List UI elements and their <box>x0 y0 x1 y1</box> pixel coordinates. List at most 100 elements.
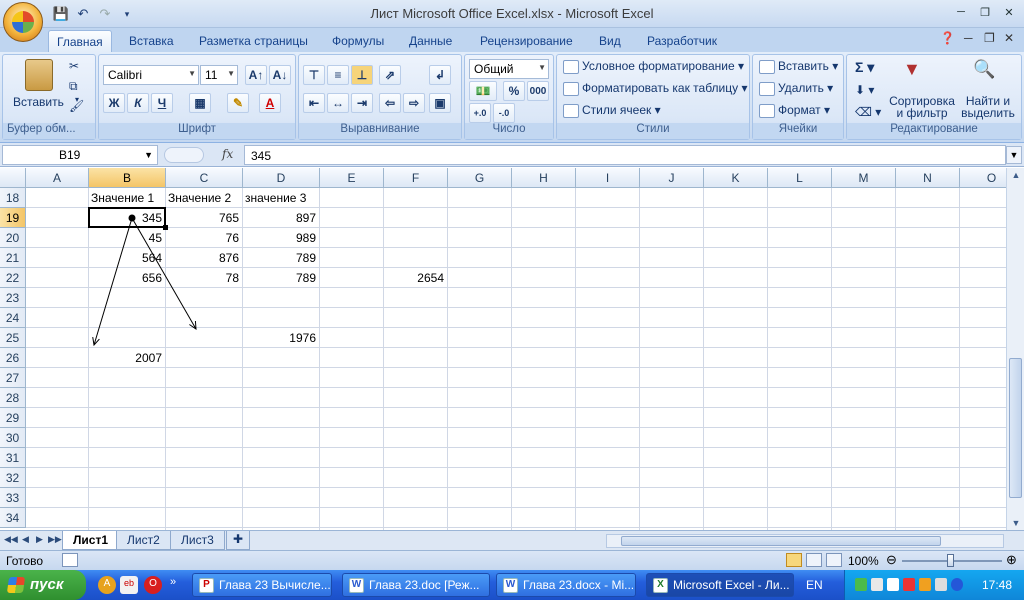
align-middle-icon[interactable]: ≡ <box>327 65 349 85</box>
wrap-text-icon[interactable]: ↲ <box>429 65 451 85</box>
align-center-icon[interactable]: ↔ <box>327 93 349 113</box>
cell-b20[interactable]: 45 <box>91 228 165 248</box>
underline-button[interactable]: Ч <box>151 93 173 113</box>
delete-cells-button[interactable]: Удалить ▾ <box>759 81 833 96</box>
cell-b22[interactable]: 656 <box>91 268 165 288</box>
row-header-27[interactable]: 27 <box>0 368 26 388</box>
worksheet-grid[interactable]: A B C D E F G H I J K L M N O 18 19 20 21 22 23 24 25 26 27 28 29 3… <box>0 168 1006 530</box>
normal-view-icon[interactable] <box>786 553 802 567</box>
percent-button[interactable]: % <box>503 81 525 101</box>
thousands-button[interactable]: 000 <box>527 81 549 101</box>
help-icon[interactable]: ❓ <box>940 31 955 45</box>
cell-d18[interactable]: значение 3 <box>245 188 306 208</box>
scroll-up-icon[interactable]: ▲ <box>1008 170 1024 180</box>
column-header-m[interactable]: M <box>832 168 896 188</box>
quicklaunch-more-icon[interactable]: » <box>170 576 176 588</box>
expand-formula-bar-icon[interactable]: ▼ <box>1006 146 1022 164</box>
cell-d20[interactable]: 989 <box>245 228 319 248</box>
column-header-k[interactable]: K <box>704 168 768 188</box>
page-break-view-icon[interactable] <box>826 553 842 567</box>
column-header-c[interactable]: C <box>166 168 243 188</box>
doc-minimize-icon[interactable]: ─ <box>964 31 973 45</box>
insert-cells-button[interactable]: Вставить ▾ <box>759 59 838 74</box>
office-button[interactable] <box>3 2 43 42</box>
cell-c20[interactable]: 76 <box>168 228 242 248</box>
cell-b21[interactable]: 564 <box>91 248 165 268</box>
row-header-18[interactable]: 18 <box>0 188 26 208</box>
sort-filter-button[interactable]: Сортировка и фильтр <box>887 95 957 119</box>
tab-home[interactable]: Главная <box>48 30 112 52</box>
fill-color-icon[interactable]: ✎ <box>227 93 249 113</box>
format-painter-icon[interactable]: 🖌 <box>69 99 84 113</box>
autosum-icon[interactable]: Σ ▾ <box>855 59 874 76</box>
cell-d25[interactable]: 1976 <box>245 328 319 348</box>
grow-font-icon[interactable]: A↑ <box>245 65 267 85</box>
name-box[interactable]: B19 ▼ <box>2 145 158 165</box>
column-header-j[interactable]: J <box>640 168 704 188</box>
quicklaunch-opera-icon[interactable]: O <box>144 576 162 594</box>
insert-sheet-icon[interactable]: ✚ <box>226 531 251 550</box>
fill-icon[interactable]: ⬇ ▾ <box>855 83 874 97</box>
next-sheet-icon[interactable]: ▶ <box>36 534 43 545</box>
zoom-level[interactable]: 100% <box>848 554 879 568</box>
copy-icon[interactable]: ⧉ <box>69 79 78 94</box>
tab-view[interactable]: Вид <box>591 30 629 52</box>
row-header-23[interactable]: 23 <box>0 288 26 308</box>
row-header-26[interactable]: 26 <box>0 348 26 368</box>
cell-d22[interactable]: 789 <box>245 268 319 288</box>
bold-button[interactable]: Ж <box>103 93 125 113</box>
tray-app-icon[interactable] <box>855 578 867 591</box>
tab-review[interactable]: Рецензирование <box>472 30 581 52</box>
column-header-o[interactable]: O <box>960 168 1006 188</box>
cell-c22[interactable]: 78 <box>168 268 242 288</box>
minimize-icon[interactable]: ─ <box>952 4 970 20</box>
sheet-tab-1[interactable]: Лист1 <box>62 531 120 550</box>
zoom-slider-knob[interactable] <box>947 554 954 567</box>
italic-button[interactable]: К <box>127 93 149 113</box>
volume-icon[interactable] <box>935 578 947 591</box>
row-header-30[interactable]: 30 <box>0 428 26 448</box>
cell-c18[interactable]: Значение 2 <box>168 188 231 208</box>
cell-f22[interactable]: 2654 <box>386 268 447 288</box>
taskbar-item-4[interactable]: X Microsoft Excel - Ли... <box>646 573 794 597</box>
paste-icon[interactable] <box>25 59 53 91</box>
font-size-combo[interactable]: 11 ▼ <box>200 65 238 85</box>
increase-decimal-icon[interactable]: +.0 <box>469 103 491 123</box>
prev-sheet-icon[interactable]: ◀ <box>22 534 29 545</box>
align-top-icon[interactable]: ⊤ <box>303 65 325 85</box>
format-as-table-button[interactable]: Форматировать как таблицу ▾ <box>563 81 748 96</box>
column-header-f[interactable]: F <box>384 168 448 188</box>
merge-cells-icon[interactable]: ▣ <box>429 93 451 113</box>
decrease-decimal-icon[interactable]: -.0 <box>493 103 515 123</box>
macro-record-icon[interactable] <box>62 553 78 567</box>
quicklaunch-avast-icon[interactable]: A <box>98 576 116 594</box>
column-header-a[interactable]: A <box>26 168 89 188</box>
vertical-scroll-thumb[interactable] <box>1009 358 1022 498</box>
doc-restore-icon[interactable]: ❐ <box>984 31 995 45</box>
row-header-20[interactable]: 20 <box>0 228 26 248</box>
conditional-formatting-button[interactable]: Условное форматирование ▾ <box>563 59 744 74</box>
find-select-button[interactable]: Найти и выделить <box>959 95 1017 119</box>
cell-c19[interactable]: 765 <box>168 208 242 228</box>
row-header-22[interactable]: 22 <box>0 268 26 288</box>
column-header-b[interactable]: B <box>89 168 166 188</box>
tab-data[interactable]: Данные <box>401 30 460 52</box>
bluetooth-icon[interactable] <box>951 578 963 591</box>
start-button[interactable]: пуск <box>0 570 86 600</box>
column-header-h[interactable]: H <box>512 168 576 188</box>
close-icon[interactable]: ✕ <box>1000 4 1018 20</box>
row-header-25[interactable]: 25 <box>0 328 26 348</box>
font-color-icon[interactable]: A <box>259 93 281 113</box>
decrease-indent-icon[interactable]: ⇦ <box>379 93 401 113</box>
align-bottom-icon[interactable]: ⊥ <box>351 65 373 85</box>
taskbar-item-1[interactable]: P Глава 23 Вычисле... <box>192 573 332 597</box>
cut-icon[interactable]: ✂ <box>69 59 79 73</box>
sheet-tab-2[interactable]: Лист2 <box>116 531 171 550</box>
row-header-34[interactable]: 34 <box>0 508 26 528</box>
row-header-31[interactable]: 31 <box>0 448 26 468</box>
sheet-tab-3[interactable]: Лист3 <box>170 531 225 550</box>
formula-bar-splitter[interactable] <box>164 147 204 163</box>
cell-b18[interactable]: Значение 1 <box>91 188 154 208</box>
doc-close-icon[interactable]: ✕ <box>1004 31 1014 45</box>
column-header-i[interactable]: I <box>576 168 640 188</box>
